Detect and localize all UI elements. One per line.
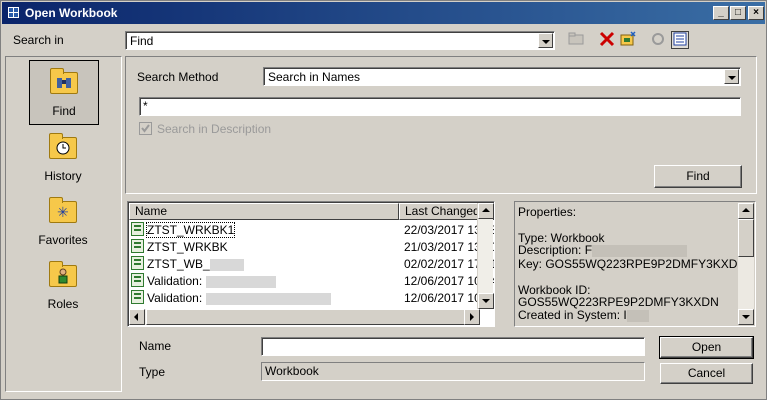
clock-folder-icon [47, 131, 79, 161]
scroll-right-icon[interactable] [464, 309, 480, 325]
property-description: Description: F [518, 243, 688, 257]
search-method-value: Search in Names [268, 70, 361, 84]
sidebar-item-label: Favorites [38, 233, 88, 247]
search-query-input[interactable]: * [139, 97, 741, 116]
name-label: Name [139, 339, 172, 353]
column-header-name[interactable]: Name [129, 203, 399, 220]
table-row[interactable]: ZTST_WB_ 02/02/2017 17:41 [129, 255, 494, 272]
scroll-down-icon[interactable] [738, 309, 754, 325]
binoculars-folder-icon [48, 66, 80, 96]
maximize-button[interactable]: □ [730, 6, 746, 20]
sidebar-item-label: Find [52, 104, 76, 118]
title-bar: Open Workbook _ □ × [2, 2, 765, 24]
star-folder-icon: ✳ [47, 195, 79, 225]
app-icon [7, 6, 20, 19]
property-key: Key: GOS55WQ223RPE9P2DMFY3KXDN [518, 257, 747, 271]
scroll-left-icon[interactable] [129, 309, 145, 325]
scroll-down-icon[interactable] [478, 293, 494, 309]
sidebar-item-history[interactable]: History [28, 131, 98, 183]
property-workbook-id: GOS55WQ223RPE9P2DMFY3KXDN [518, 295, 719, 309]
delete-icon[interactable] [598, 31, 616, 49]
table-row[interactable]: ZTST_WRKBK 21/03/2017 13:30 [129, 238, 494, 255]
results-list: Name Last Changed On ZTST_WRKBK1 22/03/2… [127, 201, 495, 327]
type-value: Workbook [265, 364, 319, 378]
open-button[interactable]: Open [659, 336, 754, 359]
table-row[interactable]: ZTST_WRKBK1 22/03/2017 13:38 [129, 221, 494, 238]
scroll-thumb[interactable] [146, 309, 466, 325]
list-header: Name Last Changed On [129, 203, 494, 220]
search-in-select[interactable]: Find [125, 31, 555, 50]
window-title: Open Workbook [25, 6, 118, 20]
chevron-down-icon[interactable] [724, 69, 739, 84]
workbook-icon [131, 239, 144, 253]
places-sidebar: Find History ✳ Favorites Roles [5, 56, 122, 392]
table-row[interactable]: Validation: 12/06/2017 10:25 [129, 289, 494, 306]
search-description-checkbox[interactable] [139, 122, 152, 135]
close-button[interactable]: × [748, 6, 764, 20]
property-created-in-system: Created in System: I [518, 308, 649, 322]
properties-heading: Properties: [518, 205, 577, 219]
workbook-icon [131, 273, 144, 287]
folder-up-icon[interactable] [567, 31, 585, 49]
search-query-value: * [143, 99, 148, 113]
search-method-select[interactable]: Search in Names [263, 67, 741, 86]
search-in-label: Search in [13, 33, 64, 47]
refresh-icon[interactable] [649, 31, 667, 49]
results-horizontal-scrollbar[interactable] [129, 309, 480, 325]
row-name: Validation: [147, 274, 276, 288]
new-folder-icon[interactable] [619, 31, 637, 49]
row-name: ZTST_WRKBK [147, 240, 228, 254]
workbook-icon [131, 290, 144, 304]
sidebar-item-roles[interactable]: Roles [28, 259, 98, 311]
type-label: Type [139, 365, 166, 379]
scroll-up-icon[interactable] [478, 203, 494, 219]
table-row[interactable]: Validation: 12/06/2017 10:24 [129, 272, 494, 289]
scroll-up-icon[interactable] [738, 203, 754, 219]
search-description-label: Search in Description [157, 122, 272, 136]
properties-panel: Properties: Type: Workbook Description: … [514, 201, 756, 327]
scroll-thumb[interactable] [738, 219, 754, 257]
sidebar-item-find[interactable]: Find [29, 60, 99, 125]
sidebar-item-favorites[interactable]: ✳ Favorites [28, 195, 98, 247]
sidebar-item-label: Roles [47, 297, 79, 311]
open-workbook-dialog: Open Workbook _ □ × Search in Find Find [0, 0, 767, 400]
search-method-label: Search Method [137, 70, 219, 84]
row-name: ZTST_WRKBK1 [145, 222, 236, 238]
search-in-value: Find [130, 34, 154, 48]
find-button[interactable]: Find [654, 165, 742, 188]
type-field: Workbook [261, 362, 645, 381]
person-folder-icon [47, 259, 79, 289]
minimize-button[interactable]: _ [713, 6, 729, 20]
workbook-icon [131, 222, 144, 236]
workbook-icon [131, 256, 144, 270]
results-vertical-scrollbar[interactable] [477, 203, 494, 309]
chevron-down-icon[interactable] [538, 33, 553, 48]
search-panel: Search Method Search in Names * Search i… [125, 56, 757, 194]
sidebar-item-label: History [44, 169, 82, 183]
details-view-icon[interactable] [671, 31, 689, 49]
cancel-button[interactable]: Cancel [660, 363, 753, 384]
properties-scrollbar[interactable] [738, 203, 754, 325]
row-name: Validation: [147, 291, 331, 305]
name-input[interactable] [261, 337, 645, 356]
row-name: ZTST_WB_ [147, 257, 244, 271]
